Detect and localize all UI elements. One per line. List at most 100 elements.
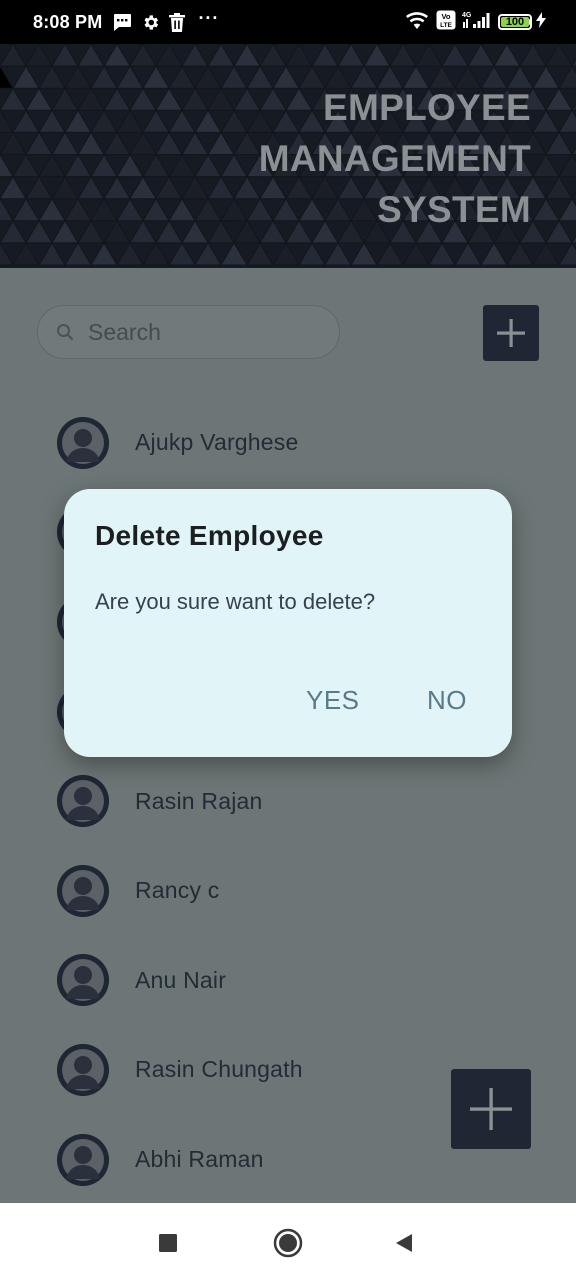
search-bar[interactable] [37, 305, 340, 359]
pattern-triangle [168, 65, 196, 89]
pattern-triangle [363, 44, 391, 67]
pattern-triangle [376, 241, 404, 266]
wifi-icon [404, 10, 430, 35]
avatar [57, 864, 109, 917]
pattern-triangle [181, 175, 209, 200]
status-time: 8:08 PM [33, 11, 103, 32]
pattern-triangle [64, 197, 92, 222]
pattern-triangle [532, 241, 560, 266]
pattern-triangle [207, 175, 235, 200]
pattern-triangle [558, 153, 576, 178]
pattern-triangle [272, 241, 300, 266]
pattern-triangle [545, 219, 573, 244]
back-button[interactable] [386, 1225, 422, 1261]
pattern-triangle [207, 219, 235, 244]
svg-text:LTE: LTE [440, 22, 452, 29]
pattern-triangle [220, 65, 248, 89]
pattern-triangle [493, 44, 521, 67]
pattern-triangle [0, 153, 14, 178]
pattern-triangle [64, 65, 92, 89]
pattern-triangle [428, 241, 456, 266]
pattern-triangle [506, 241, 534, 266]
pattern-triangle [38, 65, 66, 89]
status-notification-icons: ··· [112, 8, 219, 32]
pattern-triangle [129, 219, 157, 244]
pattern-triangle [233, 87, 261, 111]
message-icon [112, 13, 132, 31]
pattern-triangle [168, 109, 196, 133]
pattern-triangle [571, 190, 576, 200]
pattern-triangle [0, 109, 14, 133]
person-icon [57, 1133, 109, 1186]
app-title: EMPLOYEE MANAGEMENT SYSTEM [259, 82, 531, 235]
pattern-triangle [116, 197, 144, 222]
pattern-triangle [181, 44, 209, 67]
pattern-triangle [103, 131, 131, 155]
pattern-triangle [532, 197, 560, 222]
pattern-triangle [142, 197, 170, 222]
pattern-triangle [12, 109, 40, 133]
app-title-line-1: EMPLOYEE [323, 87, 531, 128]
pattern-triangle [519, 44, 547, 67]
pattern-triangle [0, 44, 27, 67]
pattern-triangle [90, 197, 118, 222]
pattern-triangle [0, 197, 14, 222]
pattern-triangle [233, 131, 261, 155]
signal-icon: 4G [462, 10, 492, 35]
person-icon [57, 864, 109, 917]
pattern-triangle [233, 44, 261, 67]
avatar [57, 954, 109, 1007]
pattern-triangle [480, 241, 508, 266]
home-icon [273, 1228, 303, 1258]
pattern-triangle [0, 219, 27, 244]
pattern-triangle [0, 131, 27, 155]
yes-button[interactable]: YES [306, 685, 360, 716]
pattern-triangle [220, 109, 248, 133]
pattern-triangle [116, 241, 144, 266]
employee-name: Anu Nair [135, 966, 227, 993]
recents-icon [159, 1234, 177, 1252]
search-input[interactable] [88, 318, 308, 346]
pattern-triangle [116, 109, 144, 133]
add-employee-fab[interactable] [451, 1069, 531, 1149]
search-icon [57, 324, 74, 341]
pattern-triangle [142, 241, 170, 266]
employee-list-item[interactable]: Ajukp Varghese [0, 398, 576, 488]
pattern-triangle [181, 219, 209, 244]
pattern-triangle [103, 219, 131, 244]
pattern-triangle [103, 175, 131, 200]
recents-button[interactable] [150, 1225, 186, 1261]
no-button[interactable]: NO [427, 685, 467, 716]
pattern-triangle [194, 153, 222, 178]
home-button[interactable] [270, 1225, 306, 1261]
pattern-triangle [558, 109, 576, 133]
avatar [57, 1043, 109, 1096]
employee-list-item[interactable]: Rancy c [0, 846, 576, 936]
status-system-icons: Vo LTE 4G 100 [404, 10, 546, 35]
employee-list-item[interactable]: Anu Nair [0, 936, 576, 1026]
pattern-triangle [155, 87, 183, 111]
more-notifications-indicator: ··· [198, 7, 220, 28]
employee-list-item[interactable]: Rasin Rajan [0, 756, 576, 846]
pattern-triangle [12, 65, 40, 89]
pattern-triangle [571, 235, 576, 244]
pattern-triangle [545, 87, 573, 111]
pattern-triangle [181, 87, 209, 111]
pattern-triangle [129, 44, 157, 67]
pattern-triangle [129, 131, 157, 155]
pattern-triangle [571, 102, 576, 111]
person-icon [57, 775, 109, 828]
svg-text:4G: 4G [462, 12, 472, 19]
pattern-triangle [545, 175, 573, 200]
app-title-line-2: MANAGEMENT [258, 138, 531, 179]
add-employee-button[interactable] [483, 305, 539, 361]
pattern-triangle [12, 153, 40, 178]
employee-name: Rasin Chungath [135, 1056, 303, 1083]
pattern-triangle [545, 131, 573, 155]
dialog-message: Are you sure want to delete? [95, 589, 376, 614]
pattern-triangle [220, 153, 248, 178]
pattern-triangle [532, 109, 560, 133]
pattern-triangle [116, 153, 144, 178]
pattern-triangle [298, 241, 326, 266]
pattern-triangle [571, 146, 576, 155]
